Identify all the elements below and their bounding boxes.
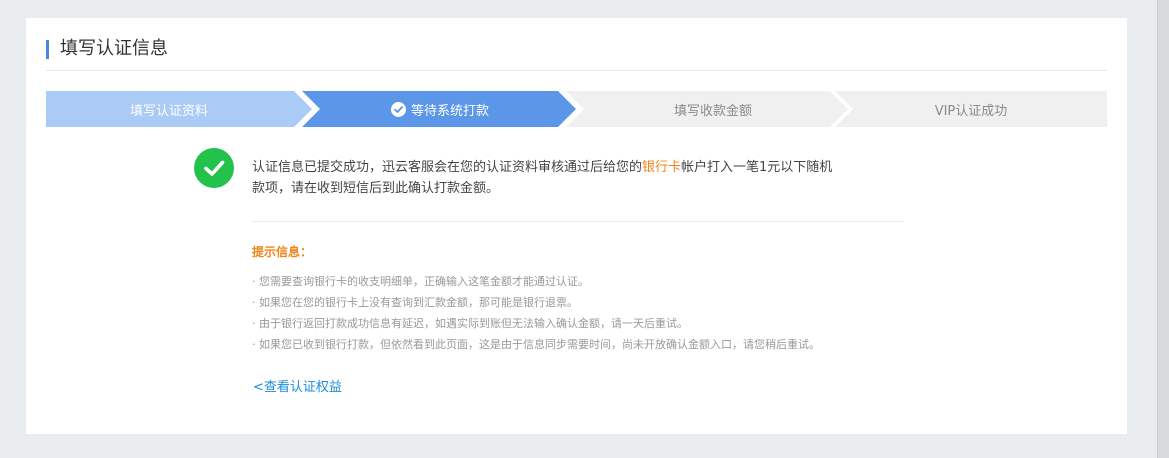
progress-steps: 填写认证资料 等待系统打款 填写收款金额 VIP认证成功 bbox=[46, 91, 1107, 127]
window-edge-scrollbar[interactable] bbox=[1157, 0, 1169, 458]
message-text: 款项，请在收到短信后到此确认打款金额。 bbox=[252, 181, 500, 196]
submit-success-message: 认证信息已提交成功，迅云客服会在您的认证资料审核通过后给您的银行卡帐户打入一笔1… bbox=[252, 157, 892, 199]
view-benefits-link[interactable]: <查看认证权益 bbox=[253, 376, 342, 395]
message-text: 帐户打入一笔1元以下随机 bbox=[681, 160, 833, 175]
tip-item: · 您需要查询银行卡的收支明细单，正确输入这笔金额才能通过认证。 bbox=[252, 275, 589, 288]
step-label: 等待系统打款 bbox=[410, 103, 489, 119]
step-vip-success: VIP认证成功 bbox=[835, 91, 1107, 127]
step-fill-info: 填写认证资料 bbox=[46, 91, 312, 127]
tips-title: 提示信息： bbox=[252, 245, 313, 259]
bank-card-highlight: 银行卡 bbox=[642, 160, 682, 175]
message-text: 认证信息已提交成功，迅云客服会在您的认证资料审核通过后给您的 bbox=[252, 160, 643, 175]
divider bbox=[252, 221, 904, 222]
tip-item: · 如果您已收到银行打款，但依然看到此页面，这是由于信息同步需要时间，尚未开放确… bbox=[252, 338, 820, 351]
step-label: 填写认证资料 bbox=[130, 103, 209, 119]
step-label: 填写收款金额 bbox=[673, 103, 752, 119]
main-card: 填写认证信息 填写认证资料 等待系统打款 填写收款金额 VIP认证成功 认证信息… bbox=[26, 18, 1127, 434]
tip-item: · 如果您在您的银行卡上没有查询到汇款金额，那可能是银行退票。 bbox=[252, 296, 578, 309]
page-header: 填写认证信息 bbox=[46, 38, 1107, 71]
check-circle-icon bbox=[390, 101, 406, 117]
step-label: VIP认证成功 bbox=[934, 103, 1008, 119]
step-wait-payment: 等待系统打款 bbox=[302, 91, 576, 127]
tip-item: · 由于银行返回打款成功信息有延迟，如遇实际到账但无法输入确认金额，请一天后重试… bbox=[252, 317, 688, 330]
title-accent-bar bbox=[46, 40, 49, 59]
step-fill-amount: 填写收款金额 bbox=[566, 91, 848, 127]
tips-list: · 您需要查询银行卡的收支明细单，正确输入这笔金额才能通过认证。 · 如果您在您… bbox=[252, 271, 820, 355]
success-check-icon bbox=[194, 148, 234, 188]
page-title: 填写认证信息 bbox=[60, 38, 168, 59]
